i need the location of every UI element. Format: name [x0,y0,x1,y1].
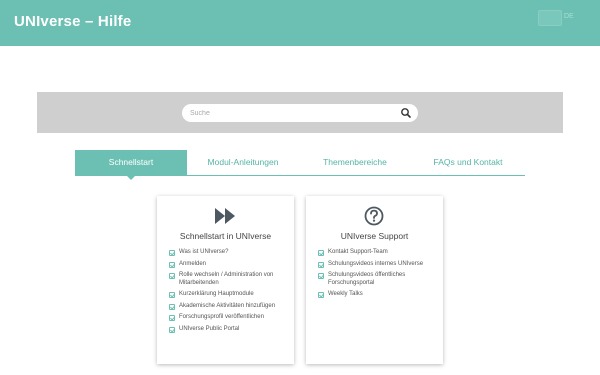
list-item[interactable]: Schulungsvideos öffentliches Forschungsp… [318,272,440,287]
question-circle-icon [364,206,384,226]
active-tab-indicator [126,175,136,180]
list-item[interactable]: Anmelden [169,261,291,269]
document-check-icon [169,250,175,256]
document-check-icon [169,273,175,279]
card-title: UNIverse Support [340,231,409,241]
list-item[interactable]: Was ist UNIverse? [169,249,291,257]
card-link-list: Was ist UNIverse? Anmelden Rolle wechsel… [169,249,291,337]
list-item[interactable]: Akademische Aktivitäten hinzufügen [169,303,291,311]
tab-schnellstart[interactable]: Schnellstart [75,150,187,175]
fast-forward-icon [215,208,235,224]
list-item[interactable]: UNIverse Public Portal [169,326,291,334]
document-check-icon [318,261,324,268]
language-selector[interactable]: DE [564,13,574,20]
list-item[interactable]: Kurzerklärung Hauptmodule [169,291,291,299]
card-schnellstart: Schnellstart in UNIverse Was ist UNIvers… [157,196,294,364]
document-check-icon [318,250,324,256]
search-icon[interactable] [400,107,412,119]
app-title: UNIverse – Hilfe [14,13,132,30]
search-input[interactable] [190,107,390,119]
list-item[interactable]: Schulungsvideos internes UNIverse [318,261,440,269]
document-check-icon [169,303,175,310]
card-link-list: Kontakt Support-Team Schulungsvideos int… [318,249,440,303]
document-check-icon [318,292,324,298]
language-flag-icon[interactable] [538,10,562,26]
tab-faqs-kontakt[interactable]: FAQs und Kontakt [411,150,525,175]
tab-themenbereiche[interactable]: Themenbereiche [299,150,411,175]
top-bar: UNIverse – Hilfe [0,0,600,46]
tab-modul-anleitungen[interactable]: Modul-Anleitungen [187,150,299,175]
document-check-icon [169,261,175,268]
document-check-icon [318,273,324,279]
search-box [182,104,418,122]
card-title: Schnellstart in UNIverse [179,231,272,241]
document-check-icon [169,315,175,321]
card-support: UNIverse Support Kontakt Support-Team Sc… [306,196,443,364]
document-check-icon [169,292,175,298]
tab-bar: Schnellstart Modul-Anleitungen Themenber… [75,150,525,176]
list-item[interactable]: Rolle wechseln / Administration von Mita… [169,272,291,287]
list-item[interactable]: Weekly Talks [318,291,440,299]
list-item[interactable]: Kontakt Support-Team [318,249,440,257]
document-check-icon [169,326,175,333]
list-item[interactable]: Forschungsprofil veröffentlichen [169,314,291,322]
